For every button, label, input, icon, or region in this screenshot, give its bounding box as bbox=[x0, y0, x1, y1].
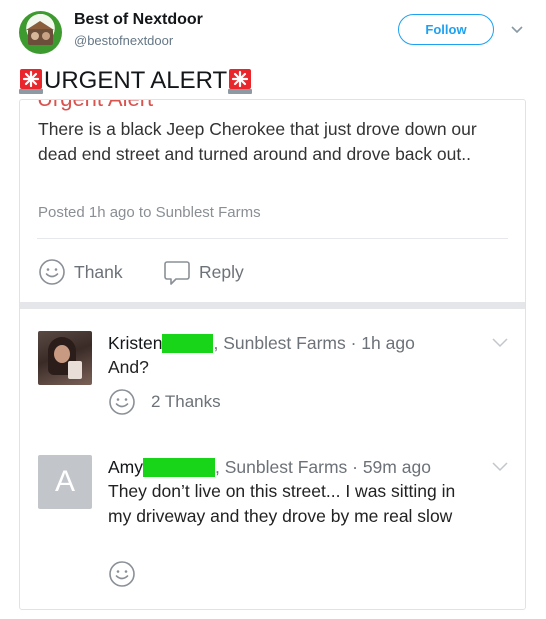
chevron-down-icon[interactable] bbox=[492, 337, 508, 349]
author-avatar[interactable] bbox=[19, 11, 62, 54]
smiley-icon bbox=[109, 561, 135, 587]
comment-text: They don’t live on this street... I was … bbox=[108, 481, 456, 526]
tweet-alert-text: URGENT ALERT bbox=[44, 67, 228, 94]
thank-label: Thank bbox=[74, 261, 123, 282]
avatar[interactable]: A bbox=[38, 455, 92, 509]
comment-location-time: , Sunblest Farms · 1h ago bbox=[213, 332, 415, 353]
speech-bubble-icon bbox=[164, 261, 190, 285]
comment: A Amy , Sunblest Farms · 59m ago They do… bbox=[20, 455, 525, 605]
comment-location-time: , Sunblest Farms · 59m ago bbox=[215, 456, 431, 477]
follow-button[interactable]: Follow bbox=[398, 14, 494, 45]
siren-icon bbox=[228, 69, 253, 94]
post-body: There is a black Jeep Cherokee that just… bbox=[38, 119, 477, 164]
commenter-name[interactable]: Amy bbox=[108, 457, 143, 478]
post-title: Urgent Alert bbox=[37, 100, 153, 112]
smiley-icon bbox=[39, 259, 65, 285]
comment-text: And? bbox=[108, 357, 149, 377]
thank-button[interactable]: Thank bbox=[38, 257, 123, 287]
commenter-name[interactable]: Kristen bbox=[108, 333, 162, 354]
comment-header: Kristen , Sunblest Farms · 1h ago bbox=[108, 331, 415, 355]
chevron-down-icon[interactable] bbox=[492, 461, 508, 473]
reply-label: Reply bbox=[199, 261, 244, 282]
comment-thank-button[interactable] bbox=[108, 560, 136, 588]
redaction-bar bbox=[162, 333, 214, 353]
avatar-face bbox=[42, 32, 50, 40]
avatar-face bbox=[54, 345, 70, 363]
comment: Kristen , Sunblest Farms · 1h ago And? 2… bbox=[20, 331, 525, 421]
thanks-count: 2 Thanks bbox=[151, 392, 221, 411]
comment-thank-button[interactable]: 2 Thanks bbox=[108, 388, 221, 416]
avatar-face bbox=[31, 32, 39, 40]
smiley-icon bbox=[109, 389, 135, 415]
section-divider bbox=[20, 302, 525, 309]
embedded-post-card: Urgent Alert There is a black Jeep Chero… bbox=[19, 99, 526, 610]
post-meta: Posted 1h ago to Sunblest Farms bbox=[38, 204, 261, 221]
comment-header: Amy , Sunblest Farms · 59m ago bbox=[108, 455, 431, 479]
author-handle[interactable]: @bestofnextdoor bbox=[74, 33, 173, 48]
author-name[interactable]: Best of Nextdoor bbox=[74, 11, 203, 29]
avatar[interactable] bbox=[38, 331, 92, 385]
siren-icon bbox=[19, 69, 43, 94]
reply-button[interactable]: Reply bbox=[163, 257, 244, 287]
redaction-bar bbox=[143, 457, 215, 477]
divider bbox=[37, 238, 508, 239]
tweet-text: URGENT ALERT bbox=[19, 66, 253, 96]
avatar-cup bbox=[68, 361, 82, 379]
chevron-down-icon[interactable] bbox=[510, 22, 524, 36]
tweet-header: Best of Nextdoor @bestofnextdoor Follow bbox=[0, 0, 546, 62]
